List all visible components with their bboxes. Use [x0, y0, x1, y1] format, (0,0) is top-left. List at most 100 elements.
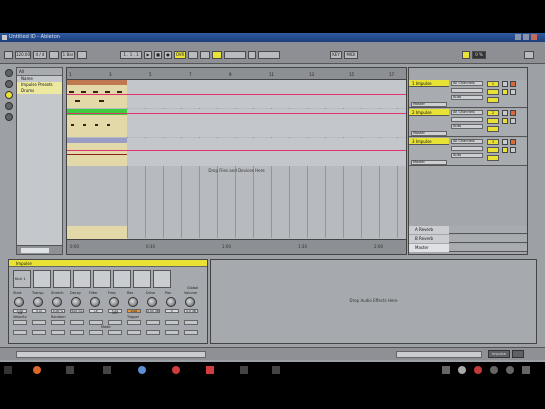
minimize-button[interactable] [515, 34, 521, 40]
parameter-value[interactable]: 0.00 % [51, 309, 65, 313]
parameter-knob[interactable] [90, 297, 100, 307]
modulation-field[interactable] [89, 330, 103, 335]
modulation-field[interactable] [127, 320, 141, 325]
modulation-field[interactable] [184, 330, 198, 335]
send-a-knob[interactable] [502, 147, 508, 153]
input-type-menu[interactable]: All Channels [451, 110, 483, 115]
volume-field[interactable] [487, 118, 499, 124]
send-b-knob[interactable] [510, 89, 516, 95]
taskbar-app-icon[interactable] [172, 366, 180, 374]
position-field[interactable]: 1 . 1 . 1 [120, 51, 142, 59]
file-browser-3-tab[interactable] [5, 113, 13, 121]
file-browser-2-tab[interactable] [5, 102, 13, 110]
modulation-field[interactable] [51, 330, 65, 335]
draw-mode-button[interactable] [212, 51, 222, 59]
track-header[interactable]: 1 Impulse All Channels Auto Master 1 [409, 80, 527, 108]
midi-map-button[interactable]: MIDI [344, 51, 358, 59]
parameter-value[interactable]: 500 ms [70, 309, 84, 313]
quantize-menu[interactable]: 1 Bar [61, 51, 75, 59]
browser-search-field[interactable] [21, 248, 49, 253]
sample-slot[interactable] [113, 270, 131, 288]
file-browser-1-tab[interactable] [5, 91, 13, 99]
tray-icon[interactable] [490, 366, 498, 374]
detail-view-toggle[interactable]: Impulse [488, 350, 510, 358]
effect-drop-area[interactable]: Drop Audio Effects Here [210, 259, 537, 344]
key-map-button[interactable]: KEY [330, 51, 342, 59]
loop-length-field[interactable] [258, 51, 280, 59]
beat-ruler[interactable]: 1 3 5 7 9 11 13 15 17 [67, 68, 406, 80]
clip-view-toggle[interactable] [512, 350, 524, 358]
close-button[interactable] [531, 34, 537, 40]
track-lane-1[interactable] [67, 80, 406, 108]
pan-field[interactable] [487, 126, 499, 132]
automation-line[interactable] [67, 150, 406, 151]
track-lane-2[interactable] [67, 109, 406, 137]
tray-icon[interactable] [506, 366, 514, 374]
browser-header[interactable]: All [17, 68, 62, 76]
start-icon[interactable] [4, 366, 12, 374]
track-header[interactable]: 2 Impulse All Channels Auto Master 2 [409, 109, 527, 137]
output-menu[interactable]: Master [411, 160, 447, 165]
tempo-field[interactable]: 120.00 [15, 51, 31, 59]
midi-clip[interactable] [67, 85, 127, 108]
taskbar-app-icon[interactable] [103, 366, 111, 374]
return-track-name[interactable]: Master [409, 244, 449, 252]
parameter-value[interactable]: 0 st [32, 309, 46, 313]
follow-button[interactable] [77, 51, 87, 59]
track-header[interactable]: 3 Impulse All Channels Auto Master 3 [409, 138, 527, 166]
maximize-button[interactable] [523, 34, 529, 40]
parameter-knob[interactable] [14, 297, 24, 307]
live-devices-tab[interactable] [5, 69, 13, 77]
sample-slot[interactable] [33, 270, 51, 288]
return-track[interactable]: A Reverb [409, 226, 527, 234]
loop-button[interactable] [188, 51, 198, 59]
modulation-field[interactable] [70, 320, 84, 325]
send-b-knob[interactable] [510, 147, 516, 153]
tap-tempo-button[interactable] [4, 51, 13, 59]
midi-clip[interactable] [67, 115, 127, 137]
pan-field[interactable] [487, 155, 499, 161]
modulation-field[interactable] [32, 320, 46, 325]
sample-slot[interactable] [93, 270, 111, 288]
pan-field[interactable] [487, 97, 499, 103]
folder-app-icon[interactable] [66, 366, 74, 374]
automation-line[interactable] [67, 94, 406, 95]
input-channel-menu[interactable] [451, 146, 483, 151]
parameter-knob[interactable] [166, 297, 176, 307]
stop-button[interactable]: ■ [154, 51, 162, 59]
volume-field[interactable] [487, 89, 499, 95]
modulation-field[interactable] [108, 330, 122, 335]
modulation-field[interactable] [146, 330, 160, 335]
overdub-button[interactable]: OVR [174, 51, 186, 59]
output-menu[interactable]: Master [411, 131, 447, 136]
browser-item[interactable]: Drums [17, 88, 62, 94]
midi-note[interactable] [107, 124, 110, 126]
parameter-value[interactable]: 0.0 dB [184, 309, 198, 313]
parameter-knob[interactable] [109, 297, 119, 307]
play-button[interactable]: ▶ [144, 51, 152, 59]
parameter-value[interactable]: 0.00 [127, 309, 141, 313]
taskbar-app-icon[interactable] [138, 366, 146, 374]
midi-note[interactable] [81, 91, 86, 93]
midi-note[interactable] [117, 91, 122, 93]
track-activator[interactable]: 1 [487, 81, 499, 87]
modulation-field[interactable] [184, 320, 198, 325]
modulation-field[interactable] [127, 330, 141, 335]
midi-note[interactable] [93, 91, 98, 93]
loop-start-field[interactable] [224, 51, 246, 59]
midi-note[interactable] [75, 100, 80, 102]
monitor-menu[interactable]: Auto [451, 95, 483, 100]
send-a-knob[interactable] [502, 89, 508, 95]
track-lane-3[interactable] [67, 138, 406, 166]
parameter-value[interactable]: 0.00 dB [146, 309, 160, 313]
midi-note[interactable] [95, 124, 98, 126]
solo-button[interactable] [502, 110, 508, 116]
loop-switch[interactable] [248, 51, 256, 59]
modulation-field[interactable] [32, 330, 46, 335]
return-track[interactable]: B Reverb [409, 235, 527, 243]
arm-button[interactable] [510, 81, 516, 87]
plugin-tab[interactable] [5, 80, 13, 88]
midi-note-row[interactable] [67, 154, 127, 155]
sample-slot[interactable] [73, 270, 91, 288]
monitor-menu[interactable]: Auto [451, 153, 483, 158]
